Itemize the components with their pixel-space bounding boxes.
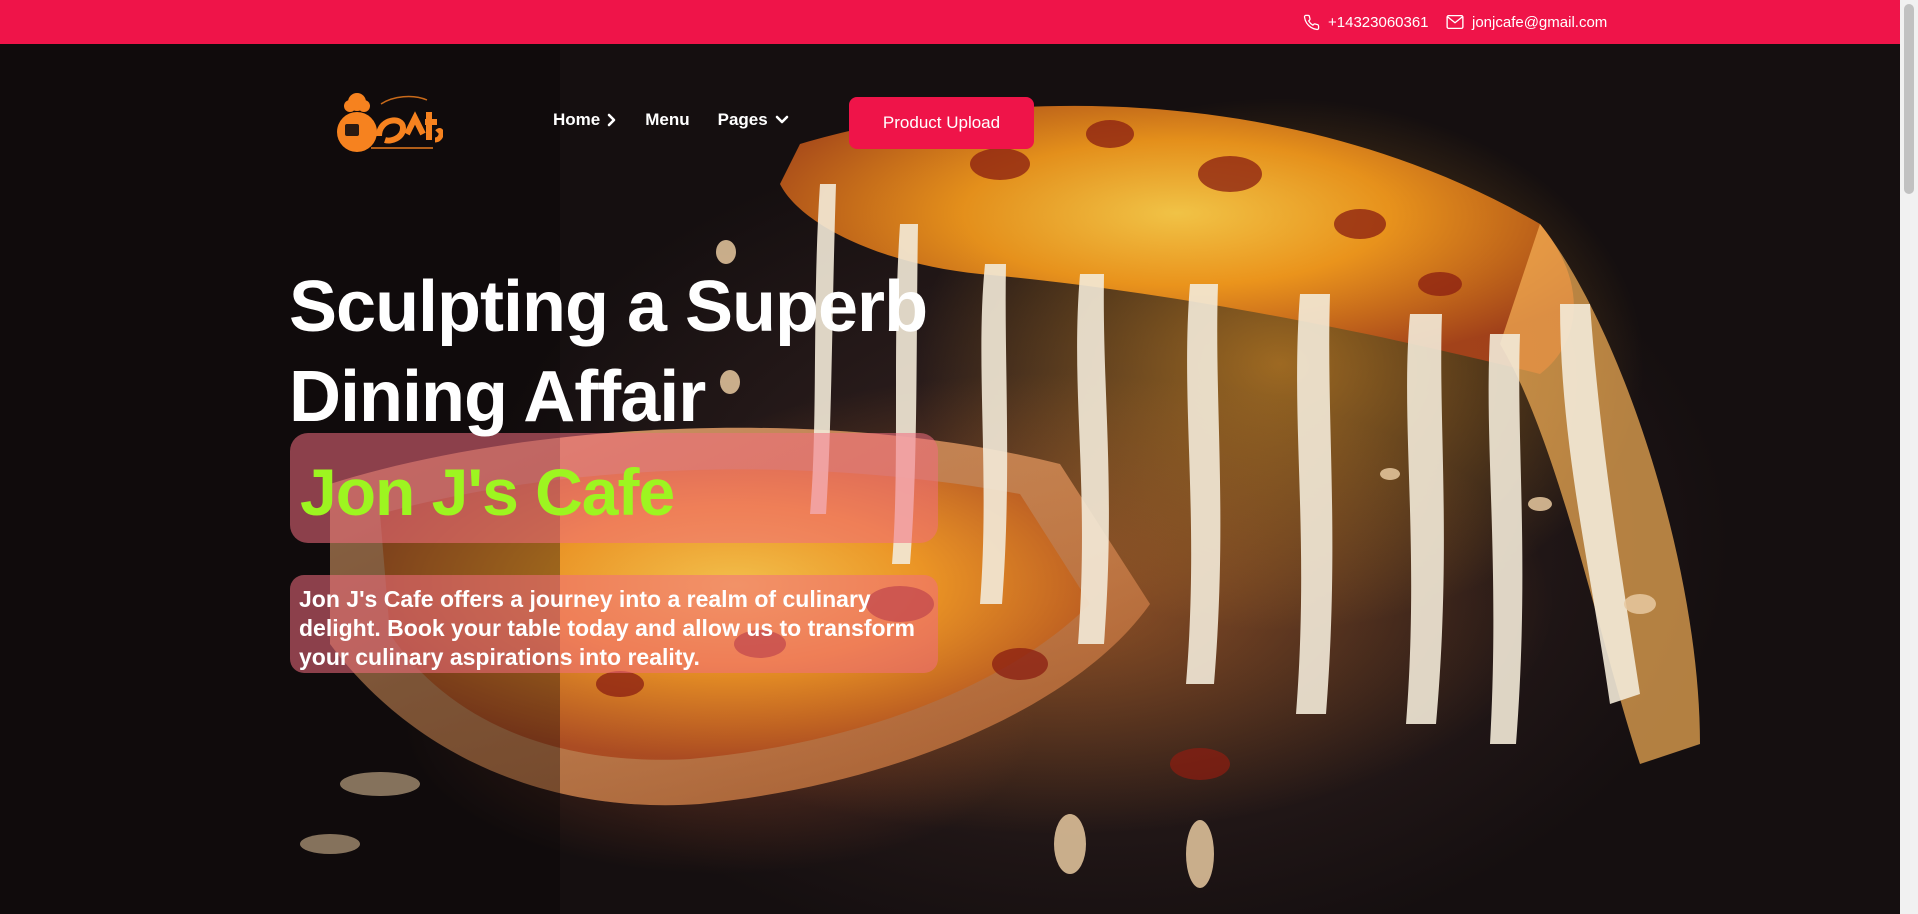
- email-address: jonjcafe@gmail.com: [1472, 13, 1608, 31]
- cafe-logo[interactable]: [333, 88, 444, 156]
- nav-item-home[interactable]: Home: [553, 110, 617, 130]
- hero-description: Jon J's Cafe offers a journey into a rea…: [299, 586, 915, 670]
- phone-icon: [1303, 14, 1320, 31]
- hero-headline: Sculpting a Superb Dining Affair: [289, 262, 929, 442]
- envelope-icon: [1446, 14, 1464, 30]
- page-scrollbar[interactable]: [1900, 0, 1918, 914]
- scrollbar-thumb[interactable]: [1904, 4, 1914, 194]
- nav-item-label: Pages: [717, 110, 768, 129]
- nav-item-menu[interactable]: Menu: [645, 110, 689, 130]
- logo-image: [337, 93, 444, 152]
- headline-line-2: Dining Affair: [289, 357, 706, 437]
- phone-number: +14323060361: [1328, 13, 1429, 31]
- nav-item-label: Menu: [645, 110, 690, 129]
- product-upload-button[interactable]: Product Upload: [849, 97, 1034, 149]
- chevron-down-icon: [775, 115, 789, 125]
- headline-line-1: Sculpting a Superb: [289, 267, 928, 347]
- main-navigation: Home Menu Pages: [553, 110, 789, 130]
- nav-item-label: Home: [553, 110, 601, 129]
- nav-item-pages[interactable]: Pages: [718, 110, 789, 130]
- chevron-right-icon: [607, 113, 617, 127]
- phone-contact[interactable]: +14323060361: [1303, 0, 1429, 44]
- brand-name: Jon J's Cafe: [300, 455, 675, 529]
- top-contact-bar: +14323060361 jonjcafe@gmail.com: [0, 0, 1900, 44]
- pizza-hero-image: [0, 44, 1700, 914]
- email-contact[interactable]: jonjcafe@gmail.com: [1446, 0, 1607, 44]
- hero-background: [0, 44, 1900, 914]
